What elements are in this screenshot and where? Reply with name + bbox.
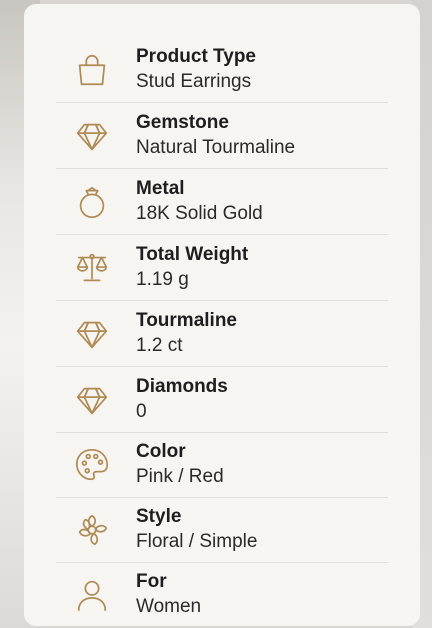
spec-value: 18K Solid Gold — [136, 202, 263, 224]
spec-value: Stud Earrings — [136, 70, 252, 92]
spec-row-for: For Women — [56, 563, 388, 627]
diamond-icon — [72, 116, 112, 156]
palette-icon — [72, 445, 112, 485]
scale-icon — [72, 248, 112, 288]
spec-label: Total Weight — [136, 243, 249, 265]
spec-row-style: Style Floral / Simple — [56, 498, 388, 563]
spec-row-diamonds: Diamonds 0 — [56, 367, 388, 433]
product-specs-card: Product Type Stud Earrings Gemstone Natu… — [24, 4, 420, 626]
spec-label: Style — [136, 506, 182, 527]
spec-value: Women — [136, 596, 202, 617]
shopping-bag-icon — [72, 50, 112, 90]
person-icon — [72, 575, 112, 615]
spec-label: Gemstone — [136, 111, 229, 133]
spec-label: Product Type — [136, 45, 256, 67]
spec-row-gemstone: Gemstone Natural Tourmaline — [56, 103, 388, 169]
spec-row-tourmaline: Tourmaline 1.2 ct — [56, 301, 388, 367]
spec-label: Metal — [136, 177, 185, 199]
spec-value: 1.2 ct — [136, 334, 183, 356]
spec-value: Floral / Simple — [136, 531, 258, 552]
spec-row-metal: Metal 18K Solid Gold — [56, 169, 388, 235]
spec-row-total-weight: Total Weight 1.19 g — [56, 235, 388, 301]
spec-label: Tourmaline — [136, 309, 237, 331]
spec-label: For — [136, 571, 167, 592]
ring-icon — [72, 182, 112, 222]
flower-icon — [72, 510, 112, 550]
spec-value: Pink / Red — [136, 466, 224, 487]
diamond-icon — [72, 314, 112, 354]
spec-row-color: Color Pink / Red — [56, 433, 388, 498]
spec-row-product-type: Product Type Stud Earrings — [56, 37, 388, 103]
spec-value: 1.19 g — [136, 268, 189, 290]
spec-label: Diamonds — [136, 375, 228, 397]
diamond-icon — [72, 380, 112, 420]
spec-label: Color — [136, 441, 186, 462]
spec-value: Natural Tourmaline — [136, 136, 296, 158]
spec-value: 0 — [136, 400, 147, 422]
